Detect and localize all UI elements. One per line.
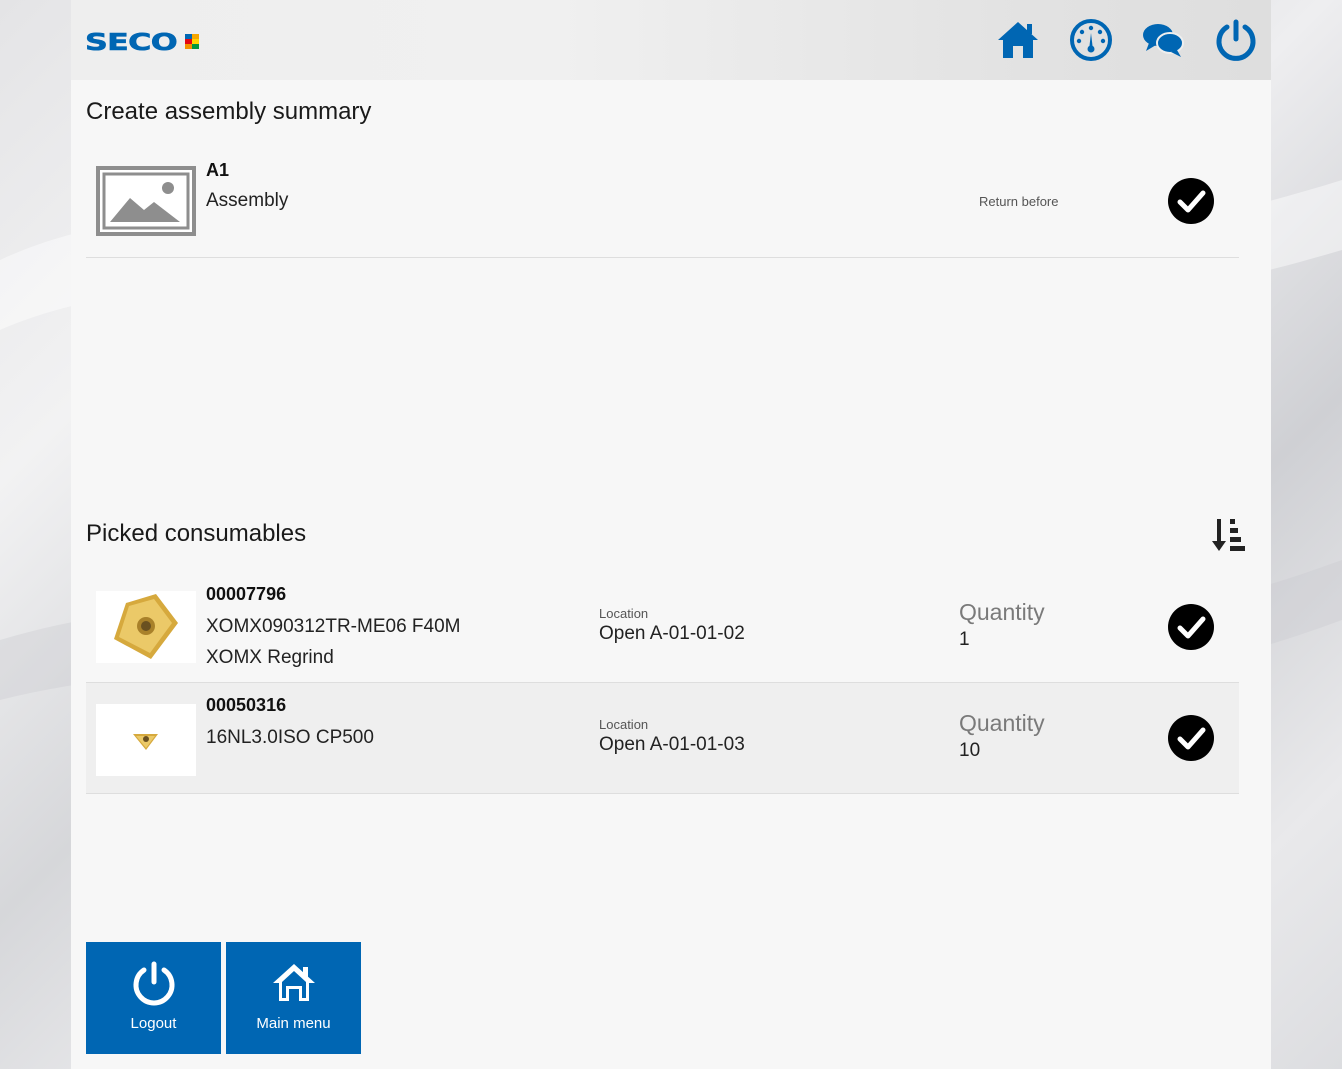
logout-label: Logout xyxy=(130,1015,177,1032)
top-bar: SECO xyxy=(71,0,1271,80)
home-icon xyxy=(273,964,315,1001)
sort-descending-icon[interactable] xyxy=(1211,517,1247,553)
seco-logo: SECO xyxy=(85,30,199,52)
power-icon[interactable] xyxy=(1214,18,1258,62)
svg-text:SECO: SECO xyxy=(85,30,177,52)
main-menu-button[interactable]: Main menu xyxy=(226,942,361,1054)
consumables-section-title: Picked consumables xyxy=(86,520,307,547)
app-panel: SECO Create assembly summary A1 Assembly… xyxy=(71,0,1271,1069)
insert-thumbnail-xomx xyxy=(96,591,196,663)
location-value: Open A-01-01-03 xyxy=(599,734,745,755)
consumable-code: 00007796 xyxy=(206,584,287,604)
location-label: Location xyxy=(599,606,649,621)
insert-thumbnail-16nl xyxy=(96,704,196,776)
logout-button[interactable]: Logout xyxy=(86,942,221,1054)
power-icon xyxy=(133,961,175,1006)
check-icon[interactable] xyxy=(1168,604,1214,650)
quantity-value: 1 xyxy=(959,629,970,650)
home-icon[interactable] xyxy=(996,18,1040,62)
consumable-row[interactable]: 00050316 16NL3.0ISO CP500 Location Open … xyxy=(86,683,1239,794)
quantity-value: 10 xyxy=(959,740,981,761)
chat-bubbles-icon[interactable] xyxy=(1141,18,1185,62)
consumable-subname: XOMX Regrind xyxy=(206,647,334,668)
image-placeholder-icon xyxy=(96,166,196,236)
assembly-type: Assembly xyxy=(206,190,289,211)
assembly-row[interactable]: A1 Assembly Return before xyxy=(86,150,1239,258)
assembly-code: A1 xyxy=(206,160,230,180)
consumable-row[interactable]: 00007796 XOMX090312TR-ME06 F40M XOMX Reg… xyxy=(86,576,1239,683)
main-menu-label: Main menu xyxy=(256,1015,331,1032)
consumable-code: 00050316 xyxy=(206,695,287,715)
return-before-label: Return before xyxy=(979,194,1059,209)
consumable-name: XOMX090312TR-ME06 F40M xyxy=(206,616,461,637)
check-icon[interactable] xyxy=(1168,178,1214,224)
quantity-label: Quantity xyxy=(959,710,1045,736)
assembly-section-title: Create assembly summary xyxy=(86,98,372,125)
dashboard-gauge-icon[interactable] xyxy=(1069,18,1113,62)
location-value: Open A-01-01-02 xyxy=(599,623,745,644)
consumable-name: 16NL3.0ISO CP500 xyxy=(206,727,374,748)
location-label: Location xyxy=(599,717,649,732)
check-icon[interactable] xyxy=(1168,715,1214,761)
quantity-label: Quantity xyxy=(959,599,1045,625)
